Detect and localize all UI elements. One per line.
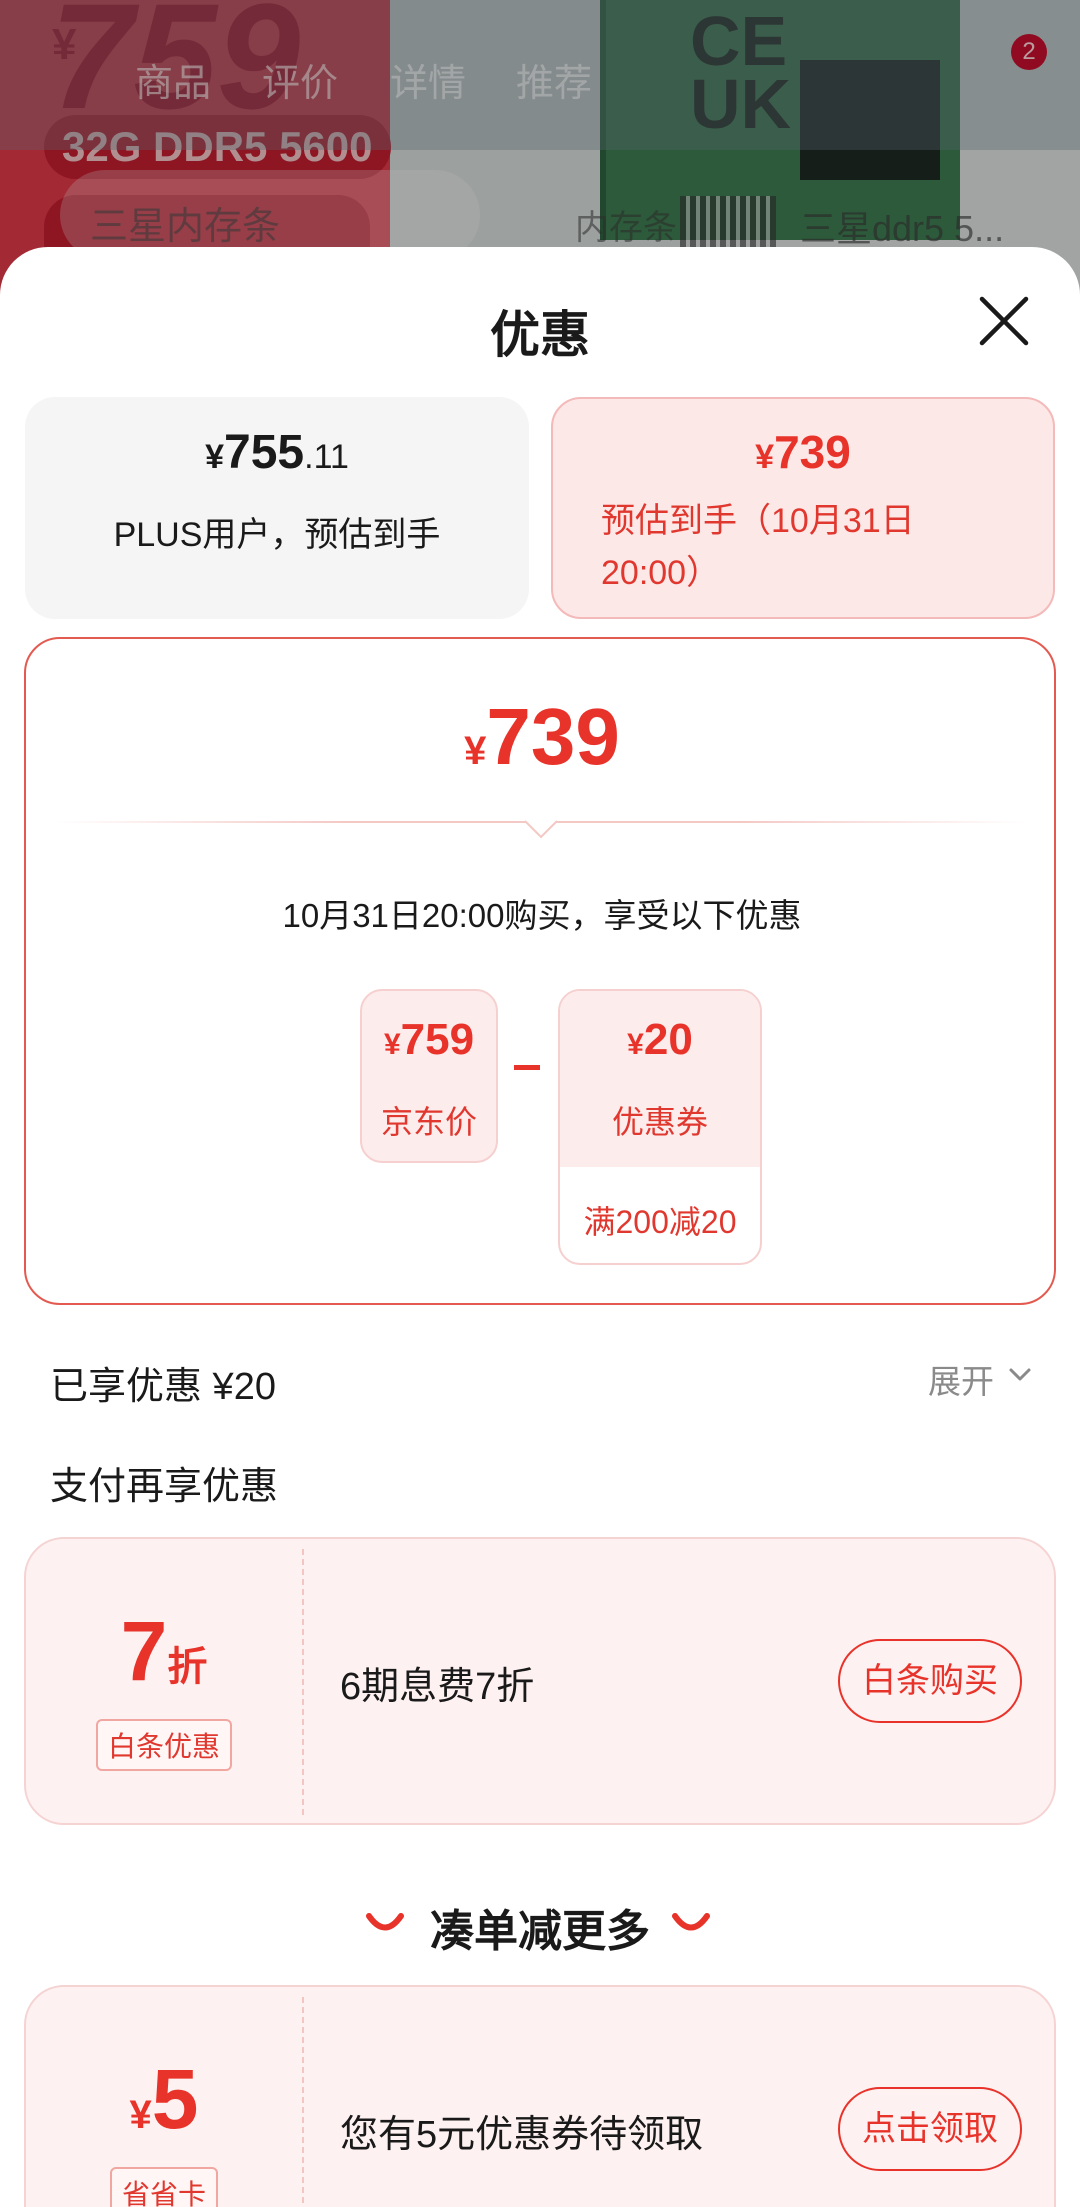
claim-coupon-button[interactable]: 点击领取 [838,2087,1022,2171]
pay-discount-title: 支付再享优惠 [50,1466,279,1508]
baitiao-text: 6期息费7折 [340,1666,535,1708]
baitiao-promo-card: 7折 白条优惠 6期息费7折 白条购买 [24,1537,1056,1825]
minus-sign [514,1065,540,1070]
baitiao-suffix: 折 [167,1645,208,1689]
final-price: ¥739 [26,691,1058,783]
plus-price-int: 755 [224,426,305,479]
coupon-promo-number: 5 [151,2052,199,2146]
coupon-label: 优惠券 [611,1104,708,1140]
coupon-value: ¥20 [560,1015,760,1065]
baitiao-buy-button[interactable]: 白条购买 [838,1639,1022,1723]
close-icon[interactable] [976,293,1032,349]
jd-price-label: 京东价 [380,1104,477,1140]
coupon-promo-card: ¥5 省省卡 您有5元优惠券待领取 点击领取 [24,1985,1056,2207]
expand-button[interactable]: 展开 [928,1355,994,1403]
jd-price-value: ¥759 [362,1015,496,1065]
coupon-promo-tag: 省省卡 [110,2167,219,2207]
coupon-left: ¥5 省省卡 [26,1987,302,2207]
notch-arrow-icon [524,820,558,839]
enjoyed-discount: 已享优惠 ¥20 [50,1366,276,1408]
regular-yen: ¥ [755,438,775,476]
more-discount-title: 凑单减更多 [430,1907,650,1956]
coupon-condition: 满200减20 [583,1204,737,1240]
discount-sheet: 优惠 ¥755.11 PLUS用户，预估到手 ¥739 预估到手（10月31日2… [0,247,1080,2207]
plus-price: ¥755.11 [25,425,529,480]
jd-value: 759 [400,1015,475,1064]
sheet-title: 优惠 [490,307,590,363]
dashed-separator [302,1997,304,2207]
breakdown-caption: 10月31日20:00购买，享受以下优惠 [282,897,802,934]
coupon-yen: ¥ [627,1028,644,1061]
jd-yen: ¥ [383,1028,401,1061]
smile-right-icon [672,1913,710,1931]
option-plus-price[interactable]: ¥755.11 PLUS用户，预估到手 [25,397,529,619]
baitiao-number: 7 [120,1604,168,1698]
baitiao-tag: 白条优惠 [96,1719,233,1771]
baitiao-discount: 7折 [26,1603,302,1700]
plus-yen: ¥ [205,438,225,476]
regular-price: ¥739 [553,425,1053,479]
coupon-card: ¥20 优惠券 满200减20 [558,989,762,1265]
plus-desc: PLUS用户，预估到手 [113,516,441,554]
regular-desc: 预估到手（10月31日20:00） [601,502,915,592]
jd-price-card: ¥759 京东价 [360,989,498,1163]
coupon-promo-value: ¥5 [26,2051,302,2148]
regular-price-int: 739 [774,426,851,478]
final-price-value: 739 [486,692,620,781]
coupon-amount: 20 [643,1015,693,1064]
dashed-separator [302,1549,304,1815]
price-breakdown: ¥739 10月31日20:00购买，享受以下优惠 ¥759 京东价 ¥20 优… [24,637,1056,1305]
final-yen: ¥ [464,729,487,773]
option-regular-price[interactable]: ¥739 预估到手（10月31日20:00） [551,397,1055,619]
coupon-promo-yen: ¥ [129,2093,152,2137]
coupon-promo-text: 您有5元优惠券待领取 [340,2114,704,2156]
chevron-down-icon[interactable] [1006,1361,1034,1389]
baitiao-left: 7折 白条优惠 [26,1539,302,1823]
plus-price-dec: .11 [304,438,349,476]
